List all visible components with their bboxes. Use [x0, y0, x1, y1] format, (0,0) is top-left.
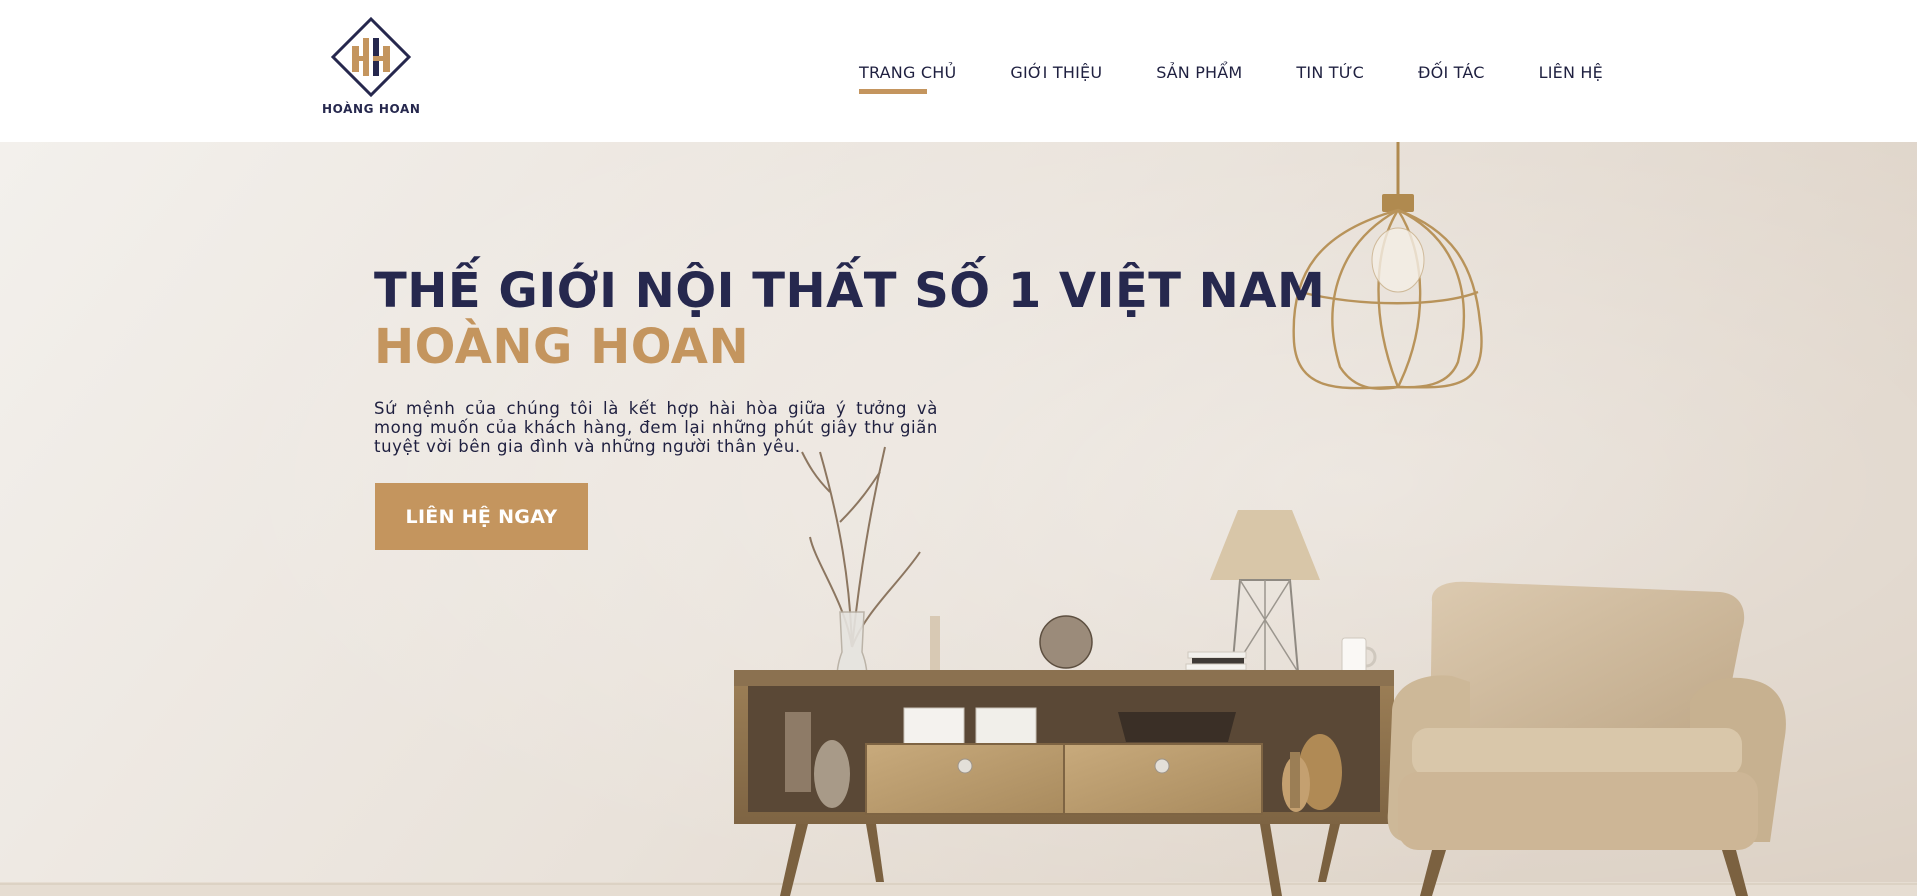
hero-description: Sứ mệnh của chúng tôi là kết hợp hài hòa…	[374, 399, 938, 456]
nav-item-doi-tac[interactable]: ĐỐI TÁC	[1418, 63, 1485, 82]
logo-text: HOÀNG HOAN	[322, 102, 421, 116]
nav-item-trang-chu[interactable]: TRANG CHỦ	[859, 63, 956, 94]
hero-subtitle: HOÀNG HOAN	[374, 319, 750, 375]
logo-mark-icon	[330, 16, 412, 98]
hero-background-image	[0, 142, 1920, 896]
hero-title: THẾ GIỚI NỘI THẤT SỐ 1 VIỆT NAM	[374, 263, 1326, 319]
page: HOÀNG HOAN TRANG CHỦ GIỚI THIỆU SẢN PHẨM…	[0, 0, 1920, 896]
nav-item-gioi-thieu[interactable]: GIỚI THIỆU	[1010, 63, 1102, 82]
hero-banner: THẾ GIỚI NỘI THẤT SỐ 1 VIỆT NAM HOÀNG HO…	[0, 142, 1920, 896]
nav-item-san-pham[interactable]: SẢN PHẨM	[1156, 63, 1242, 82]
contact-now-button[interactable]: LIÊN HỆ NGAY	[375, 483, 588, 550]
nav-item-lien-he[interactable]: LIÊN HỆ	[1539, 63, 1603, 82]
site-header: HOÀNG HOAN TRANG CHỦ GIỚI THIỆU SẢN PHẨM…	[0, 0, 1920, 142]
nav-item-tin-tuc[interactable]: TIN TỨC	[1296, 63, 1364, 82]
main-nav: TRANG CHỦ GIỚI THIỆU SẢN PHẨM TIN TỨC ĐỐ…	[859, 63, 1603, 94]
brand-logo[interactable]: HOÀNG HOAN	[322, 16, 420, 118]
